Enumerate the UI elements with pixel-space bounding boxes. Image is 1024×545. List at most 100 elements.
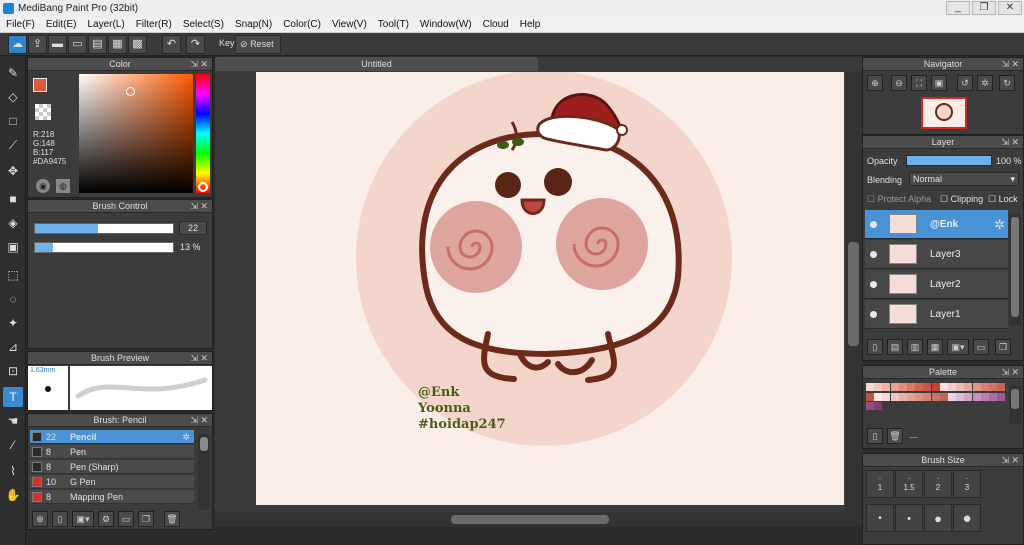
- rotate-left-icon[interactable]: ↺: [957, 75, 973, 91]
- layer-menu-icon[interactable]: ▣▾: [947, 339, 969, 355]
- duplicate-layer-icon[interactable]: ❐: [995, 339, 1011, 355]
- close-icon[interactable]: ✕: [200, 58, 208, 71]
- gear-icon[interactable]: ✲: [182, 430, 190, 444]
- brush-size-value[interactable]: 22: [179, 221, 207, 235]
- fill-rect-tool-icon[interactable]: ■: [3, 189, 23, 209]
- layer-row[interactable]: @Enk ✲: [865, 210, 1008, 239]
- palette-swatch[interactable]: [939, 383, 948, 391]
- brush-size-preset[interactable]: · 3: [953, 470, 981, 498]
- palette-swatch[interactable]: [964, 383, 973, 391]
- palette-swatch[interactable]: [972, 383, 981, 391]
- close-icon[interactable]: ✕: [1011, 454, 1019, 467]
- zoom-in-icon[interactable]: ⊕: [867, 75, 883, 91]
- palette-swatch[interactable]: [890, 392, 899, 401]
- detach-icon[interactable]: ⇲: [1001, 366, 1009, 379]
- palette-swatch[interactable]: [898, 392, 907, 401]
- layer-scrollbar[interactable]: [1009, 214, 1021, 326]
- brush-tool-icon[interactable]: ✎: [3, 63, 23, 83]
- close-icon[interactable]: ✕: [200, 414, 208, 427]
- palette-swatch[interactable]: [882, 383, 891, 391]
- palette-swatch[interactable]: [866, 402, 874, 410]
- detach-icon[interactable]: ⇲: [190, 58, 198, 71]
- canvas-horizontal-scrollbar[interactable]: [215, 512, 862, 527]
- clipping-option[interactable]: ☐ Clipping: [940, 194, 983, 205]
- brush-menu-icon[interactable]: ▣▾: [72, 511, 94, 527]
- close-icon[interactable]: ✕: [1011, 366, 1019, 379]
- palette-swatch[interactable]: [907, 383, 915, 391]
- eyedrop-color-icon[interactable]: ◍: [56, 179, 70, 193]
- select-eraser-icon[interactable]: ⊡: [3, 361, 23, 381]
- brush-list-item[interactable]: 8 Pen (Sharp): [30, 460, 194, 474]
- horizontal-scroll-thumb[interactable]: [451, 515, 609, 524]
- menu-edit[interactable]: Edit(E): [40, 17, 82, 33]
- close-button[interactable]: ✕: [998, 1, 1022, 15]
- palette-swatch[interactable]: [956, 383, 965, 391]
- close-icon[interactable]: ✕: [200, 200, 208, 213]
- close-icon[interactable]: ✕: [1011, 58, 1019, 71]
- layer-opacity-slider[interactable]: [906, 155, 992, 166]
- palette-swatch[interactable]: [882, 392, 891, 401]
- brush-size-preset[interactable]: •: [866, 504, 894, 532]
- hue-slider[interactable]: [196, 74, 210, 193]
- palette-swatch[interactable]: [948, 392, 956, 401]
- select-pen-icon[interactable]: ⊿: [3, 337, 23, 357]
- clipping-checkbox[interactable]: ☐: [940, 194, 948, 204]
- eraser-tool-icon[interactable]: ◇: [3, 87, 23, 107]
- new-layer-icon[interactable]: ▯: [867, 339, 883, 355]
- gradient-tool-icon[interactable]: ▣: [3, 237, 23, 257]
- detach-icon[interactable]: ⇲: [190, 200, 198, 213]
- close-icon[interactable]: ✕: [200, 352, 208, 365]
- detach-icon[interactable]: ⇲: [1001, 136, 1009, 149]
- detach-icon[interactable]: ⇲: [1001, 58, 1009, 71]
- move-tool-icon[interactable]: ✥: [3, 161, 23, 181]
- text-tool-icon[interactable]: T: [3, 387, 23, 407]
- brush-size-preset[interactable]: · 1.5: [895, 470, 923, 498]
- palette-swatch[interactable]: [907, 392, 915, 401]
- dot-tool-icon[interactable]: ⟋: [3, 135, 23, 155]
- visibility-eye-icon[interactable]: [870, 281, 877, 288]
- brush-size-preset[interactable]: ●: [924, 504, 952, 532]
- hand-tool-icon[interactable]: ✋: [3, 485, 23, 505]
- protect-alpha-checkbox[interactable]: ☐: [867, 194, 875, 204]
- visibility-eye-icon[interactable]: [870, 251, 877, 258]
- close-icon[interactable]: ✕: [1011, 136, 1019, 149]
- menu-filter[interactable]: Filter(R): [130, 17, 177, 33]
- brush-size-preset[interactable]: · 1: [866, 470, 894, 498]
- palette-swatch[interactable]: [923, 383, 932, 391]
- bucket-tool-icon[interactable]: ◈: [3, 213, 23, 233]
- palette-swatch[interactable]: [866, 383, 874, 391]
- palette-swatch[interactable]: [915, 392, 924, 401]
- palette-swatch[interactable]: [972, 392, 981, 401]
- cloud-icon[interactable]: ☁: [8, 35, 27, 54]
- message-icon[interactable]: ▭: [68, 35, 87, 54]
- detach-icon[interactable]: ⇲: [190, 414, 198, 427]
- brush-size-preset[interactable]: · 2: [924, 470, 952, 498]
- rectangle-tool-icon[interactable]: □: [3, 111, 23, 131]
- palette-swatch[interactable]: [874, 392, 883, 401]
- trash-icon[interactable]: 🗑: [164, 511, 180, 527]
- actual-size-icon[interactable]: ▣: [931, 75, 947, 91]
- layer-row[interactable]: Layer3: [865, 240, 1008, 269]
- brush-size-preset[interactable]: ●: [953, 504, 981, 532]
- redo-icon[interactable]: ↷: [186, 35, 205, 54]
- add-brush-icon[interactable]: ⊕: [32, 511, 48, 527]
- menu-tool[interactable]: Tool(T): [372, 17, 414, 33]
- comment-icon[interactable]: ▬: [48, 35, 67, 54]
- brush-list-item[interactable]: 8 Mapping Pen: [30, 490, 194, 504]
- rotate-right-icon[interactable]: ↻: [999, 75, 1015, 91]
- detach-icon[interactable]: ⇲: [1001, 454, 1009, 467]
- palette-swatch[interactable]: [923, 392, 932, 401]
- layer-row[interactable]: Layer2: [865, 270, 1008, 299]
- brush-list-item[interactable]: 10 G Pen: [30, 475, 194, 489]
- brush-settings-icon[interactable]: ⚙: [98, 511, 114, 527]
- scroll-thumb[interactable]: [200, 437, 208, 451]
- palette-swatch[interactable]: [948, 383, 956, 391]
- palette-swatch[interactable]: [980, 392, 989, 401]
- palette-swatch[interactable]: [939, 392, 948, 401]
- brush-size-slider[interactable]: [34, 223, 174, 234]
- primary-color-swatch[interactable]: [33, 78, 47, 92]
- visibility-eye-icon[interactable]: [870, 221, 877, 228]
- new-halftone-layer-icon[interactable]: ▤: [887, 339, 903, 355]
- brush-opacity-slider[interactable]: [34, 242, 174, 253]
- vertical-scroll-thumb[interactable]: [848, 242, 859, 346]
